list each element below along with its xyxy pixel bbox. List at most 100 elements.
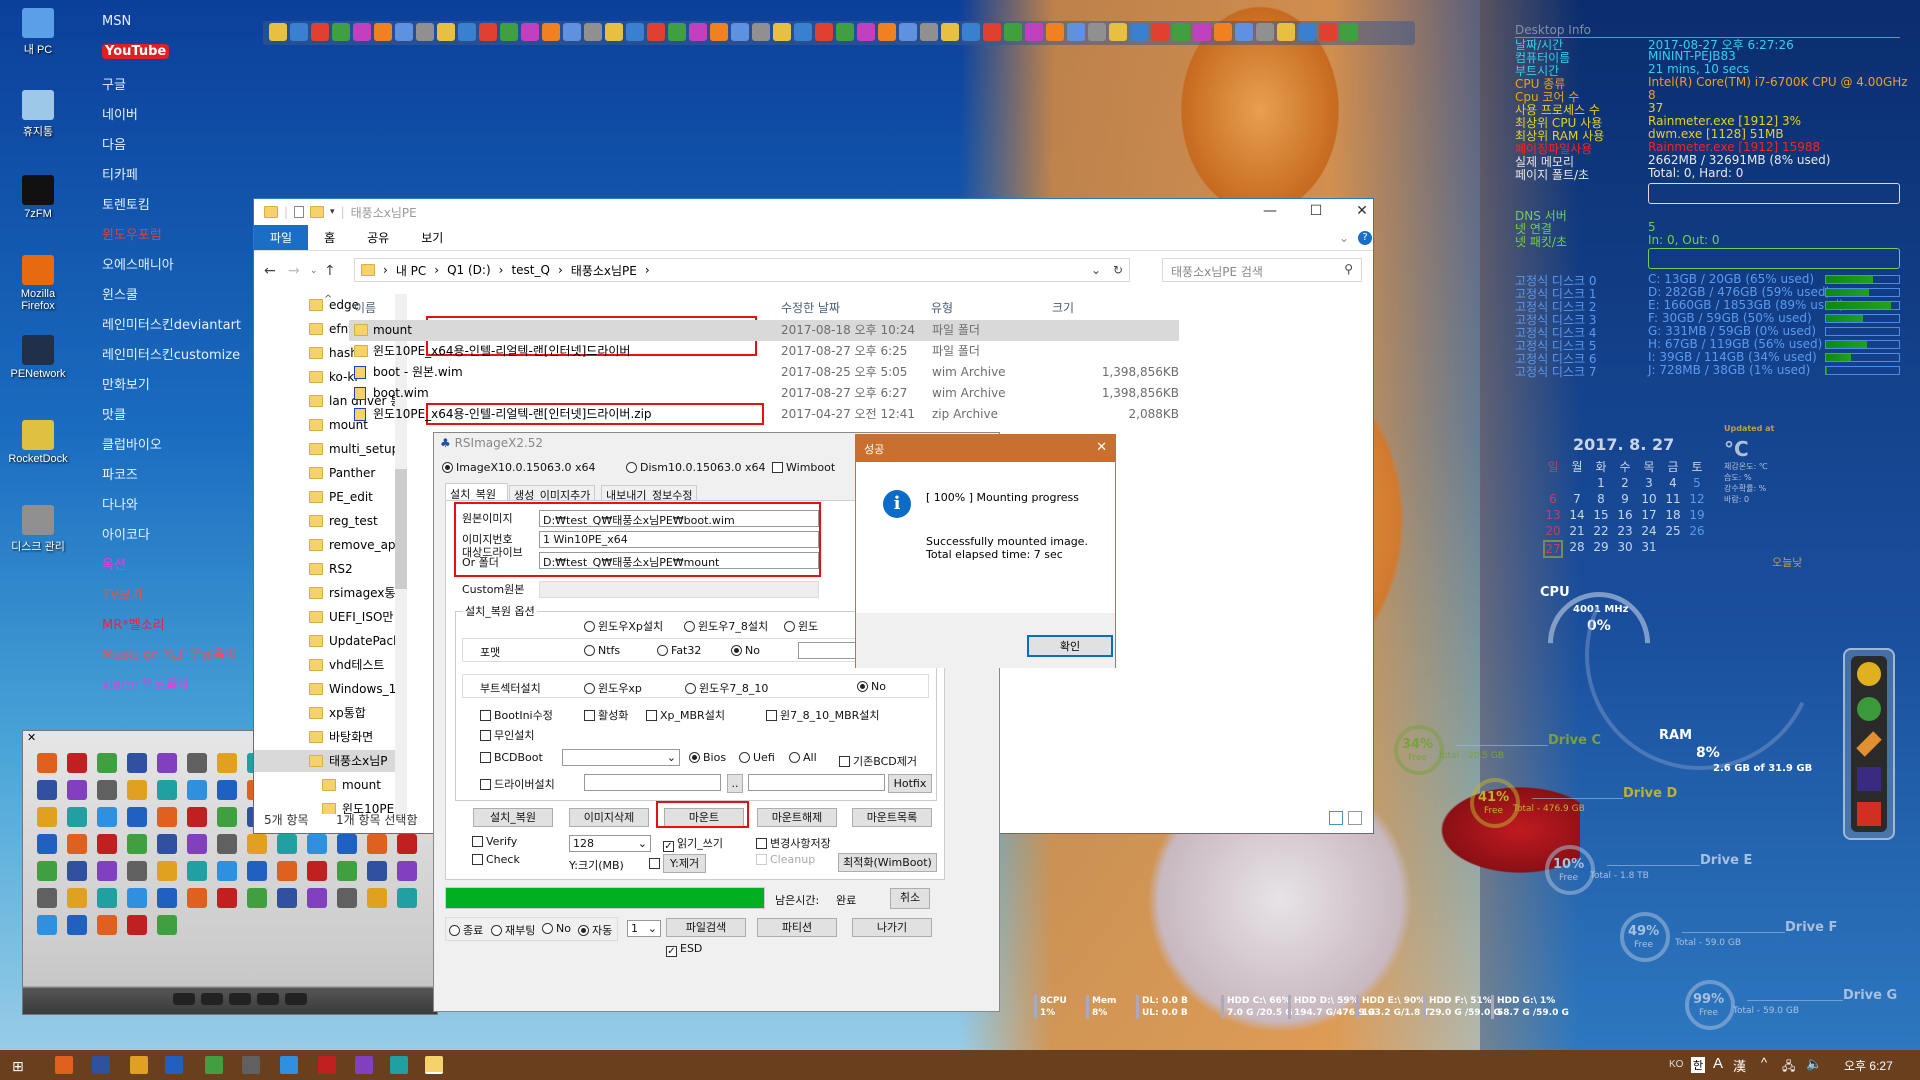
toolbar-app-icon[interactable]: [752, 23, 770, 41]
launcher-app-icon[interactable]: [337, 861, 357, 881]
launcher-app-icon[interactable]: [217, 780, 237, 800]
toolbar-app-icon[interactable]: [1067, 23, 1085, 41]
launcher-app-icon[interactable]: [247, 861, 267, 881]
launcher-app-icon[interactable]: [97, 888, 117, 908]
boot-no-radio[interactable]: No: [857, 680, 886, 693]
desktop-link[interactable]: 레인미터스킨deviantart: [102, 314, 241, 333]
image-index-select[interactable]: 1 Win10PE_x64: [539, 531, 819, 548]
desktop-icon[interactable]: 7zFM: [6, 175, 70, 220]
ribbon-tab-share[interactable]: 공유: [351, 225, 405, 250]
launcher-app-icon[interactable]: [37, 888, 57, 908]
launcher-app-icon[interactable]: [157, 915, 177, 935]
toolbar-app-icon[interactable]: [1256, 23, 1274, 41]
launcher-more-button[interactable]: [285, 993, 307, 1005]
launcher-app-icon[interactable]: [127, 753, 147, 773]
nav-item[interactable]: 바탕화면: [309, 726, 404, 748]
launcher-edit-button[interactable]: [229, 993, 251, 1005]
hotfix-path-input[interactable]: [748, 774, 885, 791]
ime-width-indicator[interactable]: A: [1713, 1055, 1723, 1072]
calendar-day[interactable]: 24: [1639, 524, 1659, 538]
install-7-8-radio[interactable]: 윈도우7_8설치: [684, 618, 768, 634]
desktop-link[interactable]: MR*벨소리: [102, 614, 165, 633]
launcher-app-icon[interactable]: [157, 780, 177, 800]
toolbar-app-icon[interactable]: [290, 23, 308, 41]
toolbar-app-icon[interactable]: [1151, 23, 1169, 41]
install-10-radio[interactable]: 윈도: [784, 618, 818, 634]
launcher-app-icon[interactable]: [97, 807, 117, 827]
dialog-close-button[interactable]: ✕: [1096, 440, 1107, 455]
launcher-app-icon[interactable]: [97, 834, 117, 854]
ribbon-expand-icon[interactable]: ⌄: [1339, 231, 1349, 245]
utorrent-app-icon[interactable]: [1857, 696, 1881, 721]
details-view-button[interactable]: [1329, 811, 1343, 825]
desktop-link[interactable]: 오에스매니아: [102, 254, 174, 273]
volume-icon[interactable]: 🔈: [1806, 1056, 1822, 1072]
launcher-app-icon[interactable]: [217, 834, 237, 854]
network-disconnected-icon[interactable]: 🖧: [1782, 1057, 1795, 1078]
ribbon-tab-file[interactable]: 파일: [254, 225, 309, 250]
nav-item[interactable]: RS2: [309, 558, 404, 580]
toolbar-app-icon[interactable]: [1277, 23, 1295, 41]
desktop-link[interactable]: YouTube: [102, 44, 170, 59]
launcher-app-icon[interactable]: [37, 807, 57, 827]
column-header-size[interactable]: 크기: [1052, 297, 1074, 319]
boot-xp-radio[interactable]: 윈도우xp: [584, 680, 642, 696]
calendar-day[interactable]: 11: [1663, 492, 1683, 506]
nav-item[interactable]: reg_test: [309, 510, 404, 532]
toolbar-app-icon[interactable]: [794, 23, 812, 41]
launcher-help-button[interactable]: [173, 993, 195, 1005]
boot-7-8-10-radio[interactable]: 윈도우7_8_10: [685, 680, 768, 696]
toolbar-app-icon[interactable]: [731, 23, 749, 41]
breadcrumb-item[interactable]: test_Q: [511, 263, 550, 277]
launcher-app-icon[interactable]: [307, 888, 327, 908]
cancel-button[interactable]: 취소: [890, 888, 930, 909]
toolbar-app-icon[interactable]: [353, 23, 371, 41]
desktop-icon[interactable]: PENetwork: [6, 335, 70, 380]
after-no-radio[interactable]: No: [542, 922, 571, 935]
toolbar-app-icon[interactable]: [269, 23, 287, 41]
toolbar-app-icon[interactable]: [563, 23, 581, 41]
desktop-icon[interactable]: RocketDock: [6, 420, 70, 465]
launcher-app-icon[interactable]: [67, 915, 87, 935]
toolbar-app-icon[interactable]: [521, 23, 539, 41]
toolbar-app-icon[interactable]: [920, 23, 938, 41]
nav-item[interactable]: rsimagex통: [309, 582, 404, 604]
calendar-day[interactable]: 2: [1615, 476, 1635, 490]
calendar-day[interactable]: 1: [1591, 476, 1611, 490]
launcher-app-icon[interactable]: [217, 753, 237, 773]
bcd-bios-radio[interactable]: Bios: [689, 751, 726, 764]
exit-button[interactable]: 나가기: [852, 918, 932, 937]
close-button[interactable]: ✕: [1342, 203, 1382, 219]
search-input[interactable]: 태풍소x님PE 검색 ⚲: [1162, 258, 1362, 282]
toolbar-app-icon[interactable]: [647, 23, 665, 41]
calendar-day[interactable]: 23: [1615, 524, 1635, 538]
toolbar-app-icon[interactable]: [899, 23, 917, 41]
toolbar-app-icon[interactable]: [962, 23, 980, 41]
launcher-add-button[interactable]: [201, 993, 223, 1005]
win7-mbr-checkbox[interactable]: 윈7_8_10_MBR설치: [766, 707, 880, 723]
address-dropdown-icon[interactable]: ⌄: [1091, 263, 1101, 277]
desktop-link[interactable]: MSN: [102, 14, 131, 29]
count-dropdown[interactable]: 1 ⌄: [627, 920, 661, 937]
up-button[interactable]: ↑: [324, 263, 336, 279]
refresh-icon[interactable]: ↻: [1113, 263, 1123, 277]
engine-dism-radio[interactable]: Dism10.0.15063.0 x64: [626, 461, 765, 474]
desktop-link[interactable]: 만화보기: [102, 374, 150, 393]
launcher-app-icon[interactable]: [157, 807, 177, 827]
toolbar-app-icon[interactable]: [1130, 23, 1148, 41]
calendar-day[interactable]: 21: [1567, 524, 1587, 538]
toolbar-app-icon[interactable]: [1319, 23, 1337, 41]
nav-item[interactable]: xp통합: [309, 702, 404, 724]
calendar-day[interactable]: 8: [1591, 492, 1611, 506]
launcher-app-icon[interactable]: [277, 834, 297, 854]
column-header-name[interactable]: 이름: [354, 297, 376, 319]
file-row[interactable]: 윈도10PE_x64용-인텔-리얼텍-랜[인터넷]드라이버.zip 2017-04…: [349, 404, 1179, 425]
wimboot-checkbox[interactable]: Wimboot: [772, 461, 835, 474]
target-folder-input[interactable]: D:₩test_Q₩태풍소x님PE₩mount: [539, 552, 819, 569]
nav-item[interactable]: Windows_1: [309, 678, 404, 700]
taskbar-app-icon[interactable]: [165, 1056, 183, 1074]
toolbar-app-icon[interactable]: [878, 23, 896, 41]
breadcrumb-item[interactable]: 내 PC: [396, 262, 426, 279]
desktop-link[interactable]: 윈도우포럼: [102, 224, 162, 243]
ribbon-tab-view[interactable]: 보기: [405, 225, 459, 250]
